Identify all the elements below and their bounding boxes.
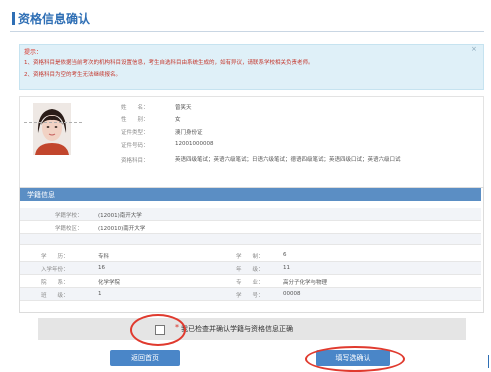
school-value: (12001)南开大学 — [98, 213, 142, 219]
enroll-year-value: 16 — [98, 265, 105, 271]
title-accent-bar — [12, 12, 15, 25]
field-label-name: 姓 名： — [121, 105, 149, 111]
notice-label: 提示： — [24, 49, 43, 56]
class-label: 班 级： — [41, 293, 69, 299]
profile-panel — [19, 96, 484, 188]
campus-value: (120010)南开大学 — [98, 226, 146, 232]
field-label-id-type: 证件类型： — [121, 130, 149, 136]
academic-section-title: 学籍信息 — [27, 191, 55, 199]
avatar — [33, 103, 71, 155]
confirm-label: 我已检查并确认学籍与资格信息正确 — [181, 325, 293, 333]
field-label-subjects: 资格科目： — [121, 158, 149, 164]
education-value: 专科 — [98, 254, 110, 260]
major-label: 专 业： — [236, 280, 264, 286]
field-value-name: 曾笑天 — [175, 105, 192, 111]
academic-section-header — [20, 188, 481, 201]
student-id-label: 学 号： — [236, 293, 264, 299]
field-value-subjects: 英语四级笔试；英语六级笔试；日语六级笔试；德语四级笔试；英语四级口试；英语六级口… — [175, 157, 401, 163]
field-label-gender: 性 别： — [121, 117, 149, 123]
portrait-image — [33, 103, 71, 155]
notice-line-2: 2、资格科目为空的考生无法继续报名。 — [24, 72, 122, 78]
field-label-id-number: 证件号码： — [121, 143, 149, 149]
student-id-value: 00008 — [283, 291, 301, 297]
enroll-year-label: 入学年份： — [41, 267, 69, 273]
field-value-id-number: 12001000008 — [175, 141, 214, 147]
edge-marker — [488, 355, 489, 368]
field-value-gender: 女 — [175, 117, 181, 123]
class-value: 1 — [98, 291, 102, 297]
close-icon[interactable]: × — [471, 45, 477, 53]
table-row — [20, 208, 481, 221]
back-home-button[interactable]: 返回首页 — [110, 350, 180, 366]
department-label: 院 系： — [41, 280, 69, 286]
department-value: 化学学院 — [98, 280, 121, 286]
annotation-circle-checkbox — [130, 314, 186, 346]
page-title: 资格信息确认 — [18, 12, 91, 26]
duration-label: 学 制： — [236, 254, 264, 260]
field-value-id-type: 澳门身份证 — [175, 130, 203, 136]
duration-value: 6 — [283, 252, 287, 258]
major-value: 高分子化学与物理 — [283, 280, 328, 286]
table-row-spacer — [20, 234, 481, 245]
annotation-circle-next — [305, 346, 405, 372]
grade-value: 11 — [283, 265, 290, 271]
education-label: 学 历： — [41, 254, 69, 260]
notice-box — [19, 44, 484, 90]
table-row — [20, 221, 481, 234]
photo-crop-guide — [24, 122, 82, 123]
campus-label: 学籍校区： — [55, 226, 83, 232]
school-label: 学籍学校： — [55, 213, 83, 219]
grade-label: 年 级： — [236, 267, 264, 273]
notice-line-1: 1、资格科目是依据当前考次的机构科目设置信息，考生自选科目由系统生成的，如有异议… — [24, 60, 314, 66]
